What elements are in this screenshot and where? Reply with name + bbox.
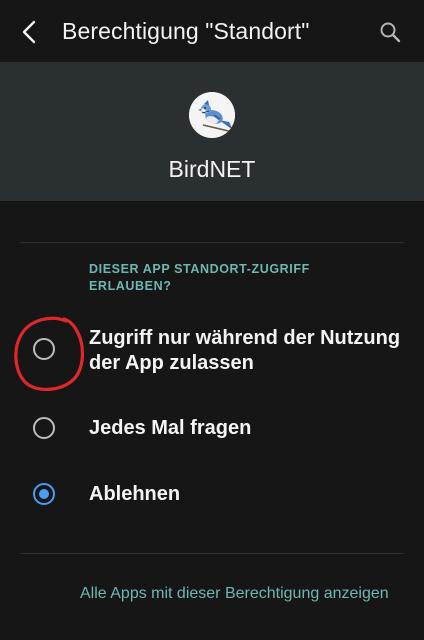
app-name: BirdNET (168, 156, 256, 182)
divider (20, 553, 404, 554)
option-label: Ablehnen (89, 483, 181, 505)
page-title: Berechtigung "Standort" (62, 18, 310, 44)
back-arrow-icon[interactable] (18, 18, 44, 46)
option-label: Jedes Mal fragen (89, 417, 252, 439)
option-deny[interactable]: Ablehnen (0, 478, 424, 512)
all-apps-with-permission-link[interactable]: Alle Apps mit dieser Berechtigung anzeig… (80, 584, 400, 604)
blue-jay-bird-icon (189, 92, 235, 138)
radio-button-selected[interactable] (33, 483, 55, 505)
radio-button[interactable] (33, 338, 55, 360)
option-label: Zugriff nur während der Nutzung der App … (89, 327, 401, 374)
option-ask-every-time[interactable]: Jedes Mal fragen (0, 412, 424, 446)
option-allow-while-using[interactable]: Zugriff nur während der Nutzung der App … (0, 322, 424, 378)
app-bar: Berechtigung "Standort" (0, 0, 424, 62)
app-info-header: BirdNET (0, 62, 424, 201)
permission-question: DIESER APP STANDORT-ZUGRIFF ERLAUBEN? (89, 262, 310, 293)
radio-button[interactable] (33, 417, 55, 439)
divider (20, 242, 404, 243)
search-icon[interactable] (378, 20, 402, 44)
